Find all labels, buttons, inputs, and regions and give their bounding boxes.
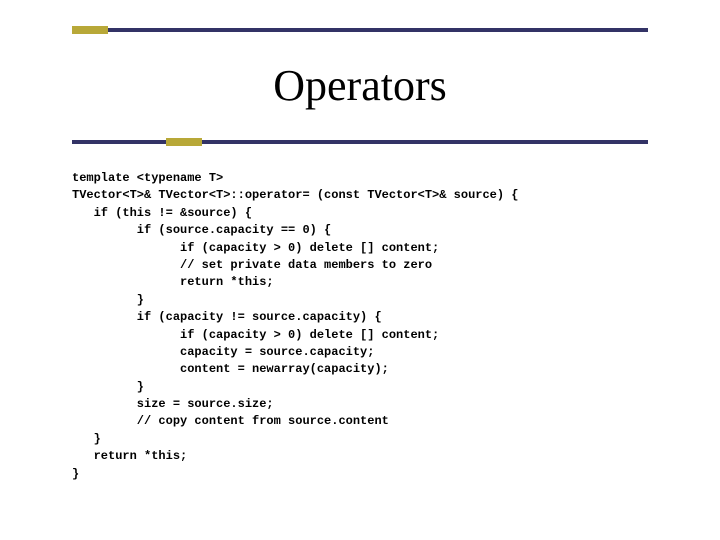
mid-accent-marker (166, 138, 202, 146)
mid-rule (72, 140, 648, 144)
slide-title: Operators (0, 60, 720, 111)
top-accent-marker (72, 26, 108, 34)
code-listing: template <typename T> TVector<T>& TVecto… (72, 170, 672, 483)
top-rule (72, 28, 648, 32)
